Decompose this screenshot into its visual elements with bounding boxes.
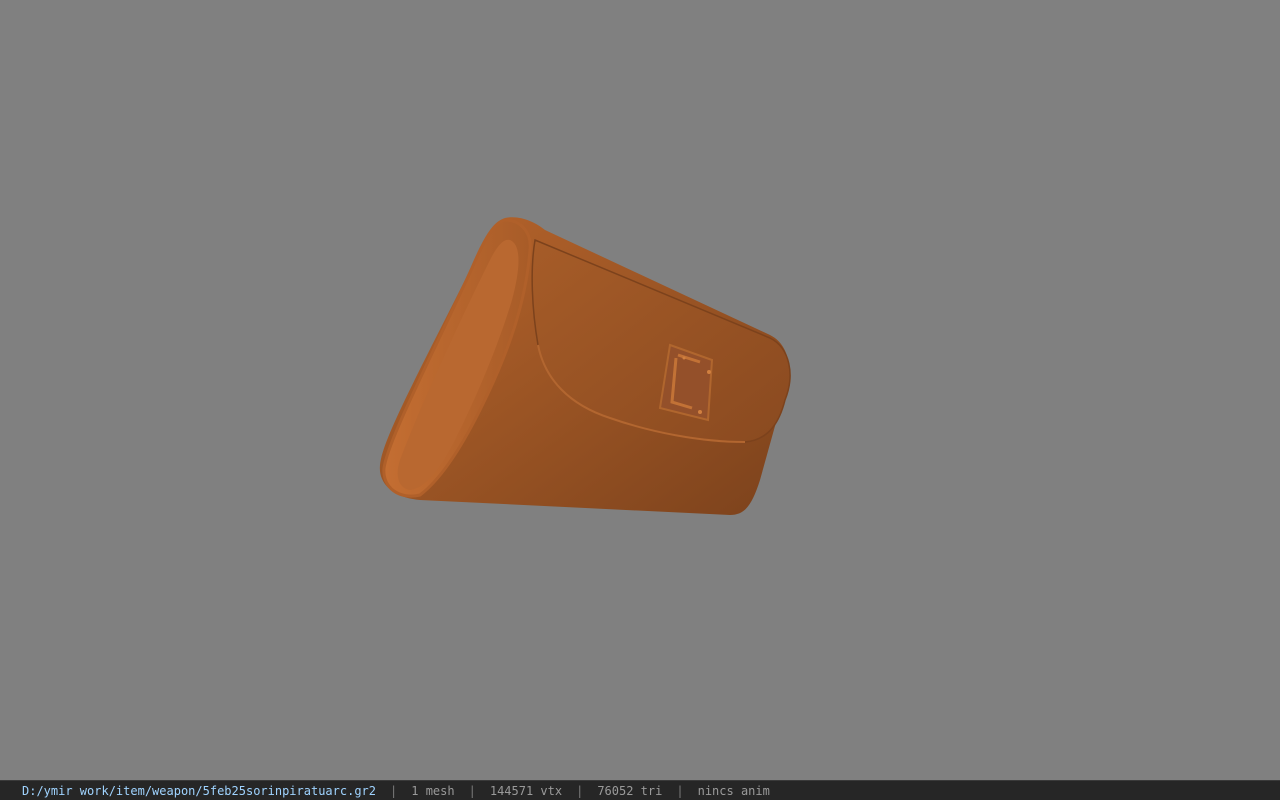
status-triangle-count: 76052 tri (597, 783, 663, 798)
model-render (379, 217, 791, 515)
pouch-buckle (658, 343, 714, 422)
status-bar: D:/ymir work/item/weapon/5feb25sorinpira… (0, 780, 1280, 800)
status-file-path: D:/ymir work/item/weapon/5feb25sorinpira… (22, 783, 377, 798)
status-separator: | (676, 783, 684, 798)
3d-viewport[interactable] (0, 0, 1280, 780)
status-separator: | (390, 783, 398, 798)
status-mesh-count: 1 mesh (411, 783, 455, 798)
status-anim: nincs anim (697, 783, 770, 798)
status-separator: | (576, 783, 584, 798)
status-separator: | (468, 783, 476, 798)
status-vertex-count: 144571 vtx (489, 783, 563, 798)
